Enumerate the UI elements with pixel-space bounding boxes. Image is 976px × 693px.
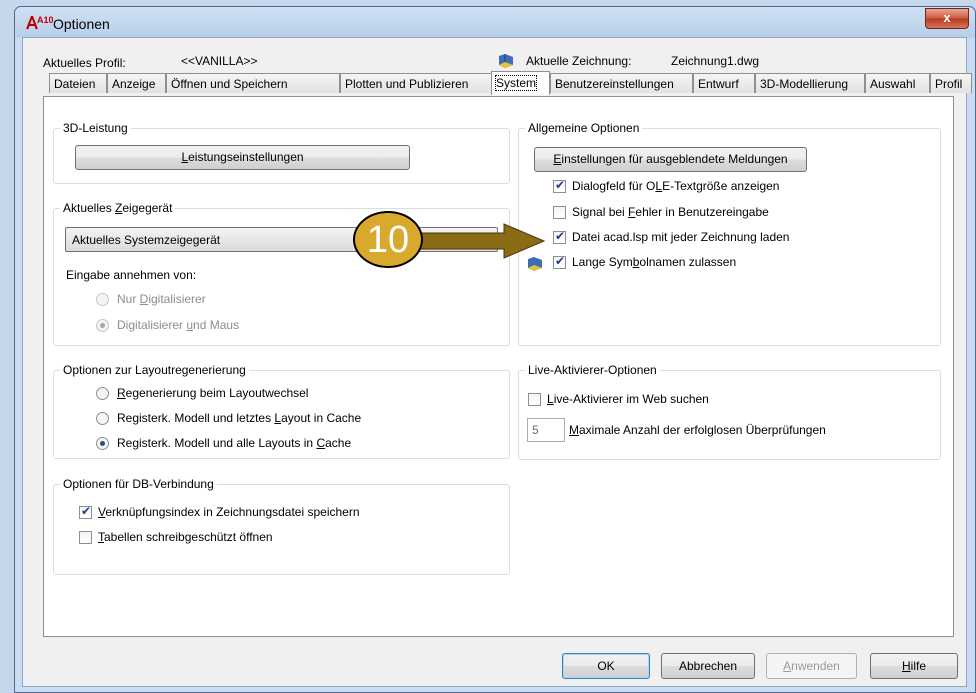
- ole-textsize-dialog-checkbox[interactable]: [553, 178, 566, 193]
- tab-system[interactable]: System: [491, 71, 550, 95]
- ole-textsize-dialog-label: Dialogfeld für OLE-Textgröße anzeigen: [572, 179, 780, 193]
- tables-readonly-label: Tabellen schreibgeschützt öffnen: [98, 530, 273, 544]
- tab-profil[interactable]: Profil: [930, 73, 972, 93]
- autocad-app-icon: A10: [25, 15, 54, 30]
- max-failed-checks-input[interactable]: 5: [527, 418, 565, 442]
- digitizer-and-mouse-label: Digitalisierer und Maus: [117, 318, 240, 332]
- tab-plotten-publizieren[interactable]: Plotten und Publizieren: [340, 73, 492, 93]
- beep-on-error-label: Signal bei Fehler in Benutzereingabe: [572, 205, 769, 219]
- tables-readonly-checkbox[interactable]: [79, 531, 92, 544]
- tab-oeffnen-speichern[interactable]: Öffnen und Speichern: [166, 73, 340, 93]
- group-layout-regen: Optionen zur Layoutregenerierung Regener…: [53, 363, 510, 459]
- profile-label: Aktuelles Profil:: [43, 56, 126, 70]
- hidden-messages-settings-button[interactable]: Einstellungen für ausgeblendete Meldunge…: [534, 147, 807, 172]
- title-bar[interactable]: A10 Optionen x: [15, 7, 975, 37]
- close-button[interactable]: x: [925, 8, 969, 29]
- performance-settings-button[interactable]: Leistungseinstellungen: [75, 145, 410, 170]
- long-symbol-names-checkbox[interactable]: [553, 254, 566, 269]
- app-icon-version: A10: [37, 15, 54, 25]
- tab-auswahl[interactable]: Auswahl: [865, 73, 930, 93]
- digitizer-only-radio[interactable]: [96, 293, 109, 306]
- load-acad-lsp-checkbox[interactable]: [553, 229, 566, 244]
- drawing-icon: [499, 54, 513, 68]
- save-link-index-checkbox[interactable]: [79, 504, 92, 519]
- accept-input-label: Eingabe annehmen von:: [66, 268, 197, 282]
- apply-button[interactable]: Anwenden: [766, 653, 857, 679]
- tab-3d-modellierung[interactable]: 3D-Modellierung: [755, 73, 865, 93]
- pointing-device-select-value: Aktuelles Systemzeigegerät: [72, 233, 221, 247]
- regen-on-switch-label: Regenerierung beim Layoutwechsel: [117, 386, 309, 400]
- max-failed-checks-label: Maximale Anzahl der erfolglosen Überprüf…: [569, 423, 826, 437]
- cancel-button[interactable]: Abbrechen: [661, 653, 755, 679]
- help-button[interactable]: Hilfe: [870, 653, 958, 679]
- digitizer-and-mouse-radio[interactable]: [96, 319, 109, 332]
- save-link-index-label: Verknüpfungsindex in Zeichnungsdatei spe…: [98, 505, 360, 519]
- group-title-db-connection: Optionen für DB-Verbindung: [60, 477, 217, 491]
- cache-model-last-layout-radio[interactable]: [96, 412, 109, 425]
- beep-on-error-checkbox[interactable]: [553, 206, 566, 219]
- tab-benutzereinstellungen[interactable]: Benutzereinstellungen: [550, 73, 693, 93]
- cache-model-all-layouts-radio[interactable]: [96, 437, 109, 450]
- group-title-general-options: Allgemeine Optionen: [525, 121, 643, 135]
- system-tab-panel: 3D-Leistung Leistungseinstellungen Aktue…: [43, 96, 954, 637]
- drawing-value: Zeichnung1.dwg: [671, 54, 760, 68]
- group-title-layout-regen: Optionen zur Layoutregenerierung: [60, 363, 249, 377]
- long-symbol-names-label: Lange Symbolnamen zulassen: [572, 255, 737, 269]
- live-enabler-web-label: Live-Aktivierer im Web suchen: [547, 392, 709, 406]
- window-title: Optionen: [53, 16, 110, 32]
- live-enabler-web-checkbox[interactable]: [528, 393, 541, 406]
- profile-value: <<VANILLA>>: [181, 54, 258, 68]
- cache-model-all-layouts-label: Registerk. Modell und alle Layouts in Ca…: [117, 436, 352, 450]
- cache-model-last-layout-label: Registerk. Modell und letztes Layout in …: [117, 411, 362, 425]
- drawing-label: Aktuelle Zeichnung:: [526, 54, 632, 68]
- group-title-live-enabler: Live-Aktivierer-Optionen: [525, 363, 660, 377]
- tab-dateien[interactable]: Dateien: [49, 73, 107, 93]
- ok-button[interactable]: OK: [562, 653, 650, 679]
- tab-anzeige[interactable]: Anzeige: [107, 73, 166, 93]
- tab-entwurf[interactable]: Entwurf: [693, 73, 755, 93]
- group-title-3d-performance: 3D-Leistung: [60, 121, 131, 135]
- regen-on-switch-radio[interactable]: [96, 387, 109, 400]
- load-acad-lsp-label: Datei acad.lsp mit jeder Zeichnung laden: [572, 230, 790, 244]
- group-3d-performance: 3D-Leistung Leistungseinstellungen: [53, 121, 510, 184]
- annotation-step-badge: 10: [353, 211, 423, 268]
- group-db-connection: Optionen für DB-Verbindung Verknüpfungsi…: [53, 477, 510, 575]
- group-general-options: Allgemeine Optionen Einstellungen für au…: [518, 121, 941, 346]
- annotation-arrow: [420, 223, 546, 259]
- digitizer-only-label: Nur Digitalisierer: [117, 292, 206, 306]
- group-title-pointing-device: Aktuelles Zeigegerät: [60, 201, 176, 215]
- group-live-enabler: Live-Aktivierer-Optionen Live-Aktivierer…: [518, 363, 941, 460]
- close-icon: x: [943, 10, 951, 25]
